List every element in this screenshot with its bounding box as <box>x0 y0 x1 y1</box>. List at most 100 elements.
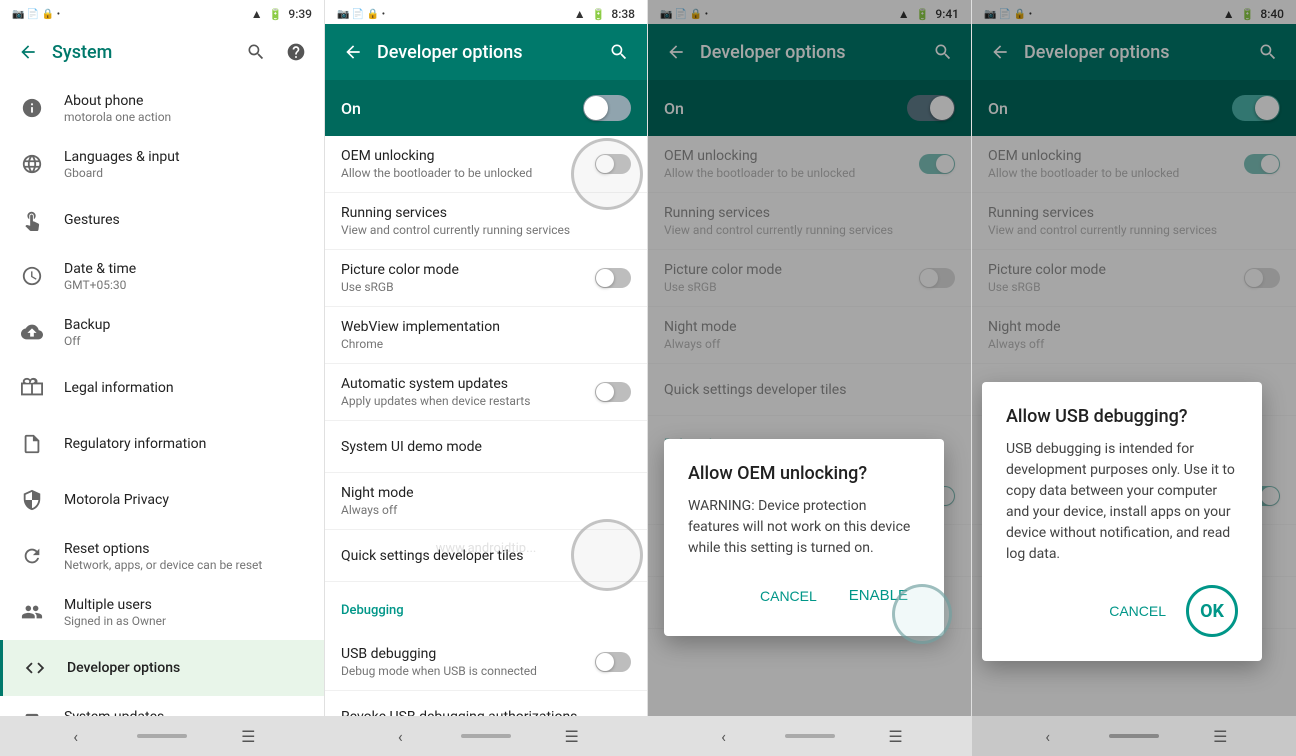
on-row[interactable]: On <box>325 80 647 136</box>
oem-dialog-actions: Cancel Enable <box>688 579 920 612</box>
usb-dialog: Allow USB debugging? USB debugging is in… <box>982 382 1262 661</box>
sidebar-item-developer[interactable]: Developer options <box>0 640 324 696</box>
sidebar-item-regulatory[interactable]: Regulatory information <box>0 416 324 472</box>
picture-toggle[interactable] <box>595 268 631 288</box>
sidebar-item-legal[interactable]: Legal information <box>0 360 324 416</box>
panel-system-settings: 📷 📄 🔒 • ▲ 🔋 9:39 System About phone moto… <box>0 0 325 756</box>
webview-title: WebView implementation <box>341 319 631 335</box>
datetime-text: Date & time GMT+05:30 <box>64 261 308 292</box>
back-button-dev[interactable] <box>337 36 369 68</box>
bottom-nav-2: ‹ ☰ <box>325 716 647 756</box>
page-title: System <box>52 42 232 63</box>
back-nav-3[interactable]: ‹ <box>714 726 734 746</box>
search-button-dev[interactable] <box>603 36 635 68</box>
dev-webview[interactable]: WebView implementation Chrome <box>325 307 647 364</box>
bottom-nav-1: ‹ ☰ <box>0 716 324 756</box>
dev-picture-color[interactable]: Picture color mode Use sRGB <box>325 250 647 307</box>
sidebar-item-gestures[interactable]: Gestures <box>0 192 324 248</box>
regulatory-text: Regulatory information <box>64 436 308 452</box>
oem-subtitle: Allow the bootloader to be unlocked <box>341 166 595 180</box>
reset-title: Reset options <box>64 541 308 557</box>
help-button[interactable] <box>280 36 312 68</box>
backup-title: Backup <box>64 317 308 333</box>
oem-toggle[interactable] <box>595 154 631 174</box>
clock-2: 8:38 <box>611 7 635 21</box>
bottom-nav-3: ‹ ☰ <box>648 716 971 756</box>
about-title: About phone <box>64 93 308 109</box>
home-pill-4[interactable] <box>1109 734 1159 738</box>
revoke-usb-title: Revoke USB debugging authorizations <box>341 709 631 717</box>
legal-text: Legal information <box>64 380 308 396</box>
dev-revoke-usb[interactable]: Revoke USB debugging authorizations <box>325 691 647 716</box>
battery-icon-2: 🔋 <box>592 8 606 21</box>
wifi-icon: ▲ <box>251 7 263 21</box>
backup-icon <box>16 316 48 348</box>
webview-subtitle: Chrome <box>341 337 631 351</box>
panel-developer-options: 📷 📄 🔒 • ▲ 🔋 8:38 Developer options On OE… <box>325 0 648 756</box>
language-icon <box>16 148 48 180</box>
recents-nav-2[interactable]: ☰ <box>562 726 582 746</box>
back-nav-2[interactable]: ‹ <box>390 726 410 746</box>
running-subtitle: View and control currently running servi… <box>341 223 631 237</box>
status-bar-2: 📷 📄 🔒 • ▲ 🔋 8:38 <box>325 0 647 24</box>
dev-night-mode[interactable]: Night mode Always off <box>325 473 647 530</box>
sidebar-item-reset[interactable]: Reset options Network, apps, or device c… <box>0 528 324 584</box>
regulatory-icon <box>16 428 48 460</box>
status-icons-left: 📷 📄 🔒 • <box>12 9 60 20</box>
quick-tiles-title: Quick settings developer tiles <box>341 548 631 564</box>
home-pill[interactable] <box>137 734 187 738</box>
battery-icon: 🔋 <box>269 8 283 21</box>
auto-updates-toggle[interactable] <box>595 382 631 402</box>
recents-nav-3[interactable]: ☰ <box>886 726 906 746</box>
reset-subtitle: Network, apps, or device can be reset <box>64 558 308 572</box>
oem-cancel-button[interactable]: Cancel <box>748 579 829 612</box>
sidebar-item-datetime[interactable]: Date & time GMT+05:30 <box>0 248 324 304</box>
dev-quick-tiles[interactable]: Quick settings developer tiles <box>325 530 647 582</box>
oem-enable-button[interactable]: Enable <box>837 579 920 612</box>
usb-cancel-button[interactable]: Cancel <box>1097 585 1178 637</box>
oem-dialog: Allow OEM unlocking? WARNING: Device pro… <box>664 439 944 636</box>
app-bar-system: System <box>0 24 324 80</box>
usb-debug-toggle[interactable] <box>595 652 631 672</box>
picture-title: Picture color mode <box>341 262 595 278</box>
dev-auto-updates[interactable]: Automatic system updates Apply updates w… <box>325 364 647 421</box>
dev-running-services[interactable]: Running services View and control curren… <box>325 193 647 250</box>
sidebar-item-privacy[interactable]: Motorola Privacy <box>0 472 324 528</box>
recents-nav[interactable]: ☰ <box>238 726 258 746</box>
usb-debug-title: USB debugging <box>341 646 595 662</box>
usb-ok-button[interactable]: OK <box>1186 585 1238 637</box>
main-toggle[interactable] <box>583 95 631 121</box>
sidebar-item-languages[interactable]: Languages & input Gboard <box>0 136 324 192</box>
sidebar-item-backup[interactable]: Backup Off <box>0 304 324 360</box>
privacy-icon <box>16 484 48 516</box>
app-bar-dev: Developer options <box>325 24 647 80</box>
regulatory-title: Regulatory information <box>64 436 308 452</box>
ui-demo-title: System UI demo mode <box>341 439 631 455</box>
usb-dialog-actions: Cancel OK <box>1006 585 1238 637</box>
dev-ui-demo[interactable]: System UI demo mode <box>325 421 647 473</box>
users-title: Multiple users <box>64 597 308 613</box>
update-icon <box>16 708 48 716</box>
usb-dialog-body: USB debugging is intended for developmen… <box>1006 439 1238 565</box>
sidebar-item-users[interactable]: Multiple users Signed in as Owner <box>0 584 324 640</box>
home-pill-3[interactable] <box>785 734 835 738</box>
updates-title: System updates <box>64 709 308 717</box>
languages-title: Languages & input <box>64 149 308 165</box>
recents-nav-4[interactable]: ☰ <box>1210 726 1230 746</box>
usb-dialog-title: Allow USB debugging? <box>1006 406 1238 427</box>
dev-oem-unlocking[interactable]: OEM unlocking Allow the bootloader to be… <box>325 136 647 193</box>
sidebar-item-about[interactable]: About phone motorola one action <box>0 80 324 136</box>
settings-list: About phone motorola one action Language… <box>0 80 324 716</box>
oem-dialog-overlay: Allow OEM unlocking? WARNING: Device pro… <box>648 0 971 716</box>
updates-text: System updates Updated to Android 9 <box>64 709 308 717</box>
about-subtitle: motorola one action <box>64 110 308 124</box>
datetime-subtitle: GMT+05:30 <box>64 278 308 292</box>
sidebar-item-updates[interactable]: System updates Updated to Android 9 <box>0 696 324 716</box>
oem-title: OEM unlocking <box>341 148 595 164</box>
back-nav-4[interactable]: ‹ <box>1038 726 1058 746</box>
search-button[interactable] <box>240 36 272 68</box>
back-nav[interactable]: ‹ <box>66 726 86 746</box>
home-pill-2[interactable] <box>461 734 511 738</box>
dev-usb-debugging[interactable]: USB debugging Debug mode when USB is con… <box>325 634 647 691</box>
back-button[interactable] <box>12 36 44 68</box>
